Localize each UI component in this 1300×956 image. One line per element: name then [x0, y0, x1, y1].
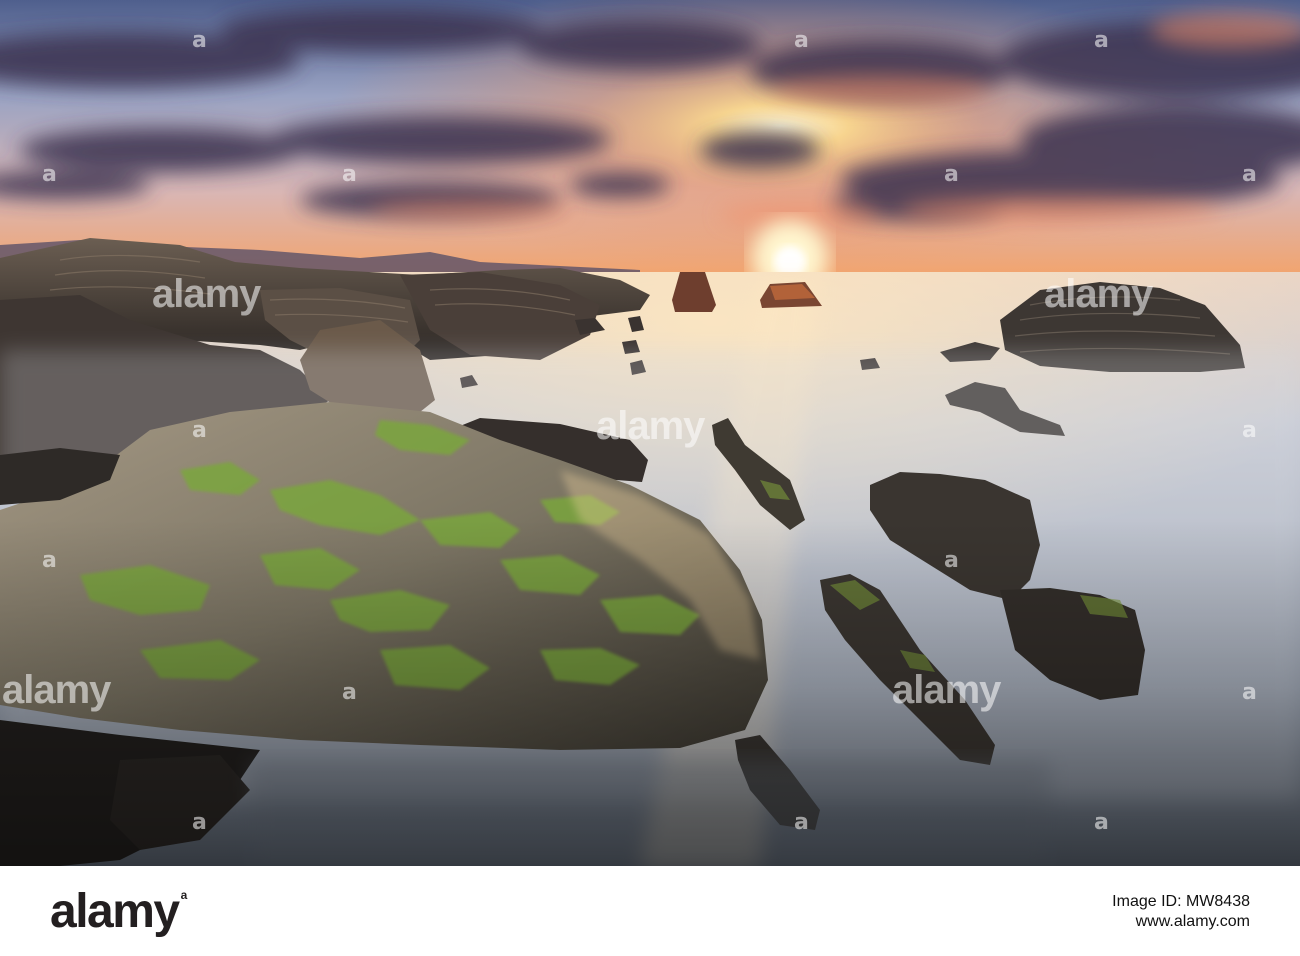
watermark-logo: a — [1242, 418, 1257, 443]
watermark-logo: a — [42, 162, 57, 187]
watermark-logo: a — [1242, 680, 1257, 705]
footer-brand-text: alamy — [50, 885, 180, 938]
image-id: Image ID: MW8438 — [1112, 893, 1250, 910]
watermark-logo: a — [944, 548, 959, 573]
footer-logo: alamy a — [50, 884, 187, 939]
watermark-logo: a — [192, 418, 207, 443]
footer-url: www.alamy.com — [1135, 913, 1250, 930]
watermark-logo: a — [1242, 162, 1257, 187]
watermark-text: alamy — [1044, 272, 1153, 316]
watermark-logo: a — [192, 810, 207, 835]
watermark-text: alamy — [152, 272, 261, 316]
watermark-text: alamy — [892, 668, 1001, 712]
watermark-logo: a — [192, 28, 207, 53]
footer-bar: alamy a Image ID: MW8438 www.alamy.com — [0, 866, 1300, 956]
watermark-logo: a — [1094, 28, 1109, 53]
watermark-logo: a — [1094, 810, 1109, 835]
watermark-logo: a — [944, 162, 959, 187]
seascape-photo: a a a a a a a alamy alamy a alamy a a a … — [0, 0, 1300, 866]
watermark-logo: a — [794, 28, 809, 53]
watermark-logo: a — [342, 162, 357, 187]
watermark-logo: a — [342, 680, 357, 705]
footer-image-info: Image ID: MW8438 www.alamy.com — [1112, 892, 1250, 932]
watermark-logo: a — [42, 548, 57, 573]
watermark-logo: a — [794, 810, 809, 835]
watermark-text: alamy — [2, 668, 111, 712]
footer-trademark: a — [180, 888, 188, 902]
watermark-text: alamy — [596, 404, 705, 448]
